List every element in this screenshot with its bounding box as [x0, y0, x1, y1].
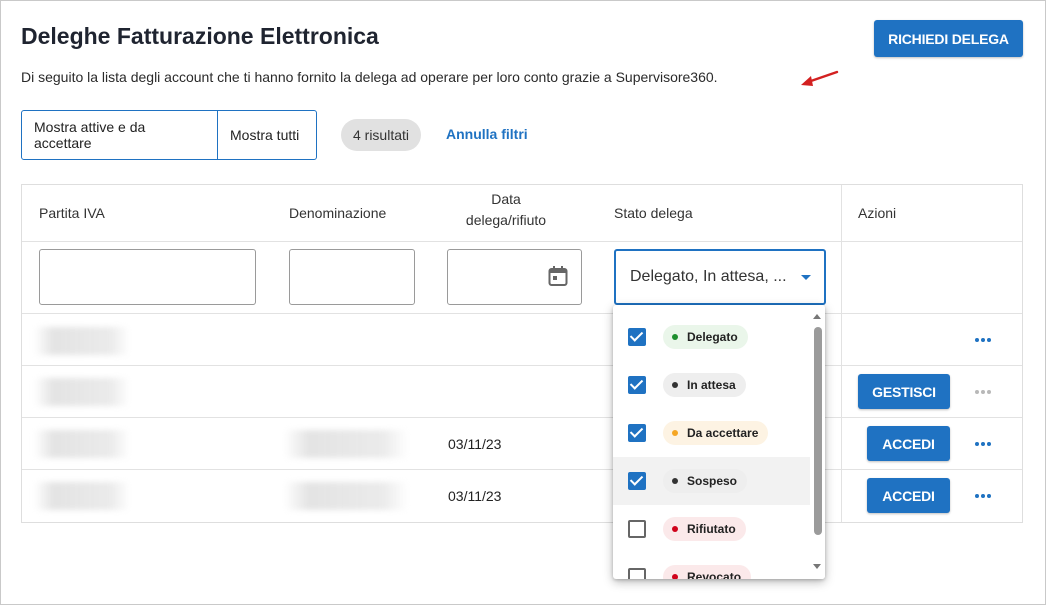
redacted-vat	[34, 378, 130, 406]
more-horizontal-icon[interactable]	[972, 492, 994, 500]
status-option-da-accettare[interactable]: Da accettare	[613, 409, 810, 457]
redacted-name	[284, 482, 408, 510]
clear-filters-link[interactable]: Annulla filtri	[446, 126, 528, 142]
status-label: In attesa	[687, 378, 736, 392]
access-button[interactable]: ACCEDI	[867, 478, 950, 513]
scroll-down-icon[interactable]	[813, 564, 821, 569]
header-date-line1: Data	[491, 191, 521, 207]
checkbox[interactable]	[628, 520, 646, 538]
toggle-show-active[interactable]: Mostra attive e da accettare	[22, 111, 218, 159]
access-button[interactable]: ACCEDI	[867, 426, 950, 461]
status-dot	[672, 574, 678, 579]
delegation-date: 03/11/23	[448, 436, 502, 452]
caret-down-icon	[801, 275, 811, 280]
page-title: Deleghe Fatturazione Elettronica	[21, 23, 379, 49]
manage-button[interactable]: GESTISCI	[858, 374, 950, 409]
status-label: Delegato	[687, 330, 738, 344]
name-filter-input[interactable]	[289, 249, 415, 305]
redacted-vat	[34, 430, 130, 458]
status-chip: Sospeso	[663, 469, 748, 493]
status-option-revocato[interactable]: Revocato	[613, 553, 810, 579]
delegation-date: 03/11/23	[448, 488, 502, 504]
header-date: Data delega/rifiuto	[454, 189, 558, 231]
row-divider	[22, 417, 1022, 418]
status-label: Rifiutato	[687, 522, 736, 536]
scrollbar-thumb[interactable]	[814, 327, 822, 535]
status-filter-select[interactable]: Delegato, In attesa, ...	[614, 249, 826, 305]
more-horizontal-icon[interactable]	[972, 388, 994, 396]
status-filter-value: Delegato, In attesa, ...	[630, 268, 787, 285]
view-toggle: Mostra attive e da accettare Mostra tutt…	[21, 110, 317, 160]
header-actions: Azioni	[858, 205, 897, 221]
checkbox[interactable]	[628, 568, 646, 579]
calendar-icon[interactable]	[548, 265, 568, 287]
scroll-up-icon[interactable]	[813, 314, 821, 319]
more-horizontal-icon[interactable]	[972, 440, 994, 448]
checkbox[interactable]	[628, 472, 646, 490]
more-horizontal-icon[interactable]	[972, 336, 994, 344]
page-subtitle: Di seguito la lista degli account che ti…	[21, 69, 718, 85]
status-dot	[672, 430, 678, 436]
status-dot	[672, 382, 678, 388]
red-arrow-icon	[801, 70, 839, 86]
status-label: Sospeso	[687, 474, 738, 488]
status-chip: Delegato	[663, 325, 748, 349]
redacted-vat	[34, 327, 130, 355]
status-chip: Rifiutato	[663, 517, 746, 541]
row-divider	[22, 365, 1022, 366]
row-divider	[22, 313, 1022, 314]
status-dot	[672, 334, 678, 340]
status-label: Revocato	[687, 570, 742, 579]
checkbox[interactable]	[628, 424, 646, 442]
date-filter	[447, 249, 582, 305]
status-option-sospeso[interactable]: Sospeso	[613, 457, 810, 505]
status-label: Da accettare	[687, 426, 759, 440]
header-name: Denominazione	[289, 205, 387, 221]
delegations-table: Partita IVA Denominazione Data delega/ri…	[21, 184, 1023, 523]
checkbox[interactable]	[628, 328, 646, 346]
row-divider	[22, 241, 1022, 242]
status-option-delegato[interactable]: Delegato	[613, 313, 810, 361]
status-chip: In attesa	[663, 373, 746, 397]
results-count-badge: 4 risultati	[341, 119, 421, 151]
toggle-show-all[interactable]: Mostra tutti	[218, 111, 316, 159]
status-option-in-attesa[interactable]: In attesa	[613, 361, 810, 409]
status-option-rifiutato[interactable]: Rifiutato	[613, 505, 810, 553]
status-dot	[672, 526, 678, 532]
request-delegation-button[interactable]: RICHIEDI DELEGA	[874, 20, 1023, 57]
redacted-vat	[34, 482, 130, 510]
status-chip: Da accettare	[663, 421, 769, 445]
header-vat: Partita IVA	[39, 205, 105, 221]
status-dropdown-menu: Delegato In attesa Da accettare Sospeso	[613, 305, 825, 579]
column-divider	[841, 185, 842, 522]
app-window: Deleghe Fatturazione Elettronica RICHIED…	[0, 0, 1046, 605]
header-status: Stato delega	[614, 205, 693, 221]
checkbox[interactable]	[628, 376, 646, 394]
status-chip: Revocato	[663, 565, 752, 579]
vat-filter-input[interactable]	[39, 249, 256, 305]
header-date-line2: delega/rifiuto	[465, 212, 547, 228]
status-dot	[672, 478, 678, 484]
redacted-name	[284, 430, 408, 458]
row-divider	[22, 469, 1022, 470]
